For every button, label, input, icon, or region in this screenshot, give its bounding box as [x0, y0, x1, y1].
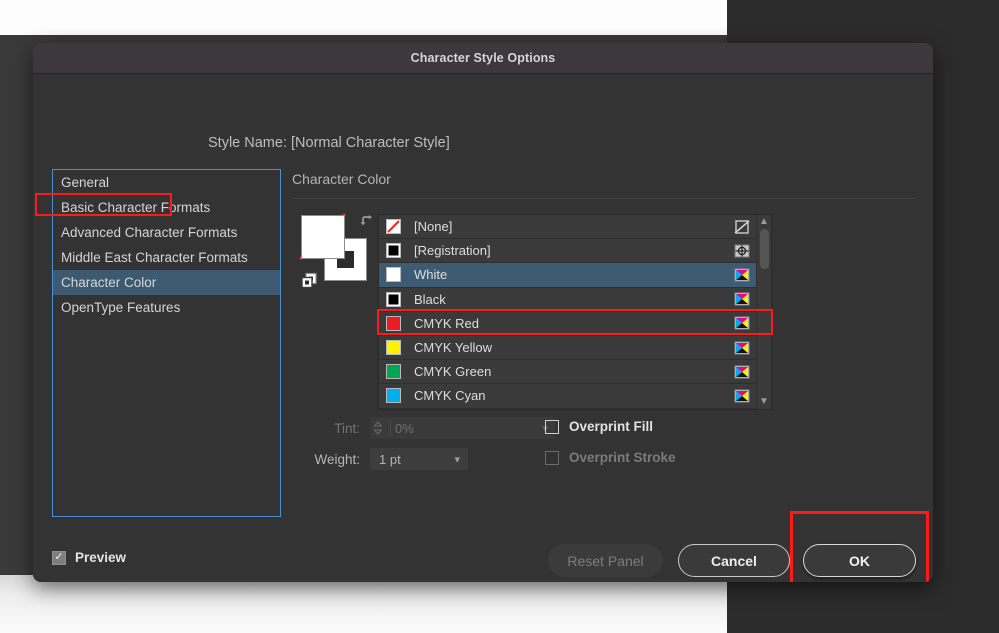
preview-row[interactable]: ✓ Preview	[52, 550, 126, 565]
screen: Character Style Options Style Name: [Nor…	[0, 0, 999, 633]
default-fill-stroke-icon[interactable]	[301, 272, 318, 289]
sidebar-item[interactable]: General	[53, 170, 280, 195]
swatch-color-chip	[386, 340, 401, 356]
pane-divider	[292, 198, 916, 199]
swatch-row[interactable]: CMYK Red	[379, 312, 756, 336]
overprint-fill-label: Overprint Fill	[569, 419, 654, 434]
swatch-name: [None]	[414, 219, 453, 235]
swatch-name: White	[414, 267, 448, 283]
none-icon	[734, 219, 750, 234]
swatch-row[interactable]: CMYK Cyan	[379, 384, 756, 409]
weight-chevron-down-icon[interactable]: ▾	[454, 453, 460, 466]
character-style-options-dialog: Character Style Options Style Name: [Nor…	[33, 43, 933, 582]
registration-icon	[734, 244, 750, 258]
reset-panel-button[interactable]: Reset Panel	[548, 544, 663, 577]
fill-stroke-proxy[interactable]	[298, 212, 375, 289]
weight-select[interactable]: 1 pt ▾	[370, 448, 468, 470]
tint-input[interactable]: 0% ▾	[370, 417, 555, 439]
swatch-name: Black	[414, 291, 446, 307]
category-list[interactable]: General Basic Character Formats Advanced C…	[52, 169, 281, 517]
cancel-button[interactable]: Cancel	[678, 544, 790, 577]
cmyk-icon	[734, 292, 750, 306]
tint-label: Tint:	[334, 420, 360, 436]
tint-value[interactable]: 0%	[395, 421, 542, 436]
weight-label: Weight:	[314, 451, 360, 467]
sidebar-item[interactable]: OpenType Features	[53, 295, 280, 320]
swatch-color-chip	[386, 364, 401, 380]
background-bottom-strip	[0, 575, 727, 633]
swatch-rows[interactable]: [None] [Registration] White Black CMYK Red CM…	[379, 215, 756, 409]
overprint-fill-row[interactable]: Overprint Fill	[545, 419, 653, 434]
sidebar-item-label: Character Color	[61, 275, 157, 290]
weight-value[interactable]: 1 pt	[379, 452, 454, 467]
swatch-row[interactable]: White	[379, 263, 756, 288]
swatch-color-chip	[386, 243, 401, 259]
checkmark-icon: ✓	[54, 551, 64, 563]
sidebar-item-label: OpenType Features	[61, 300, 181, 315]
sidebar-item-label: General	[61, 175, 110, 190]
ok-button[interactable]: OK	[803, 544, 916, 577]
scroll-up-icon[interactable]: ▲	[759, 217, 769, 227]
overprint-stroke-label: Overprint Stroke	[569, 450, 676, 465]
preview-label: Preview	[75, 550, 127, 565]
overprint-fill-checkbox[interactable]	[545, 419, 559, 434]
tint-stepper-icon[interactable]	[370, 418, 386, 438]
swap-fill-stroke-icon[interactable]	[359, 214, 375, 230]
scrollbar-thumb[interactable]	[759, 229, 769, 269]
dialog-body: Style Name: [Normal Character Style] Gen…	[33, 74, 933, 582]
swatch-row[interactable]: CMYK Yellow	[379, 336, 756, 361]
cmyk-icon	[734, 316, 750, 330]
cmyk-icon	[734, 268, 750, 282]
scroll-down-icon[interactable]: ▼	[759, 397, 769, 407]
swatch-color-chip	[386, 291, 401, 307]
swatch-row[interactable]: Black	[379, 288, 756, 312]
cmyk-icon	[734, 389, 750, 403]
pane-title: Character Color	[292, 171, 391, 187]
overprint-stroke-checkbox	[545, 450, 559, 465]
cmyk-icon	[734, 365, 750, 379]
dialog-titlebar: Character Style Options	[33, 43, 933, 74]
swatch-color-chip	[386, 219, 401, 235]
swatch-row[interactable]: [Registration]	[379, 239, 756, 264]
swatch-name: [Registration]	[414, 243, 491, 259]
sidebar-item[interactable]: Advanced Character Formats	[53, 220, 280, 245]
sidebar-item[interactable]: Middle East Character Formats	[53, 245, 280, 270]
tint-control-row: Tint: 0% ▾	[292, 417, 555, 439]
swatch-scrollbar[interactable]: ▲ ▼	[756, 215, 771, 409]
swatch-name: CMYK Green	[414, 364, 492, 380]
sidebar-item[interactable]: Basic Character Formats	[53, 195, 280, 220]
sidebar-item-label: Basic Character Formats	[61, 200, 211, 215]
fill-proxy-swatch[interactable]	[301, 215, 345, 259]
overprint-stroke-row: Overprint Stroke	[545, 450, 676, 465]
swatch-name: CMYK Yellow	[414, 340, 493, 356]
swatch-name: CMYK Cyan	[414, 388, 486, 404]
sidebar-item-label: Advanced Character Formats	[61, 225, 238, 240]
background-top-strip	[0, 0, 727, 35]
swatch-color-chip	[386, 315, 401, 331]
weight-control-row: Weight: 1 pt ▾	[292, 448, 468, 470]
swatch-color-chip	[386, 267, 401, 283]
swatch-name: CMYK Red	[414, 315, 480, 331]
style-name-label: Style Name: [Normal Character Style]	[208, 135, 450, 151]
sidebar-item-label: Middle East Character Formats	[61, 250, 248, 265]
dialog-title: Character Style Options	[410, 51, 556, 65]
swatch-row[interactable]: CMYK Green	[379, 360, 756, 385]
swatch-row[interactable]: [None]	[379, 215, 756, 240]
swatch-color-chip	[386, 388, 401, 404]
sidebar-item[interactable]: Character Color	[53, 270, 280, 295]
swatch-list-panel[interactable]: [None] [Registration] White Black CMYK Red CM…	[378, 214, 772, 410]
preview-checkbox[interactable]: ✓	[52, 550, 66, 565]
cmyk-icon	[734, 341, 750, 355]
